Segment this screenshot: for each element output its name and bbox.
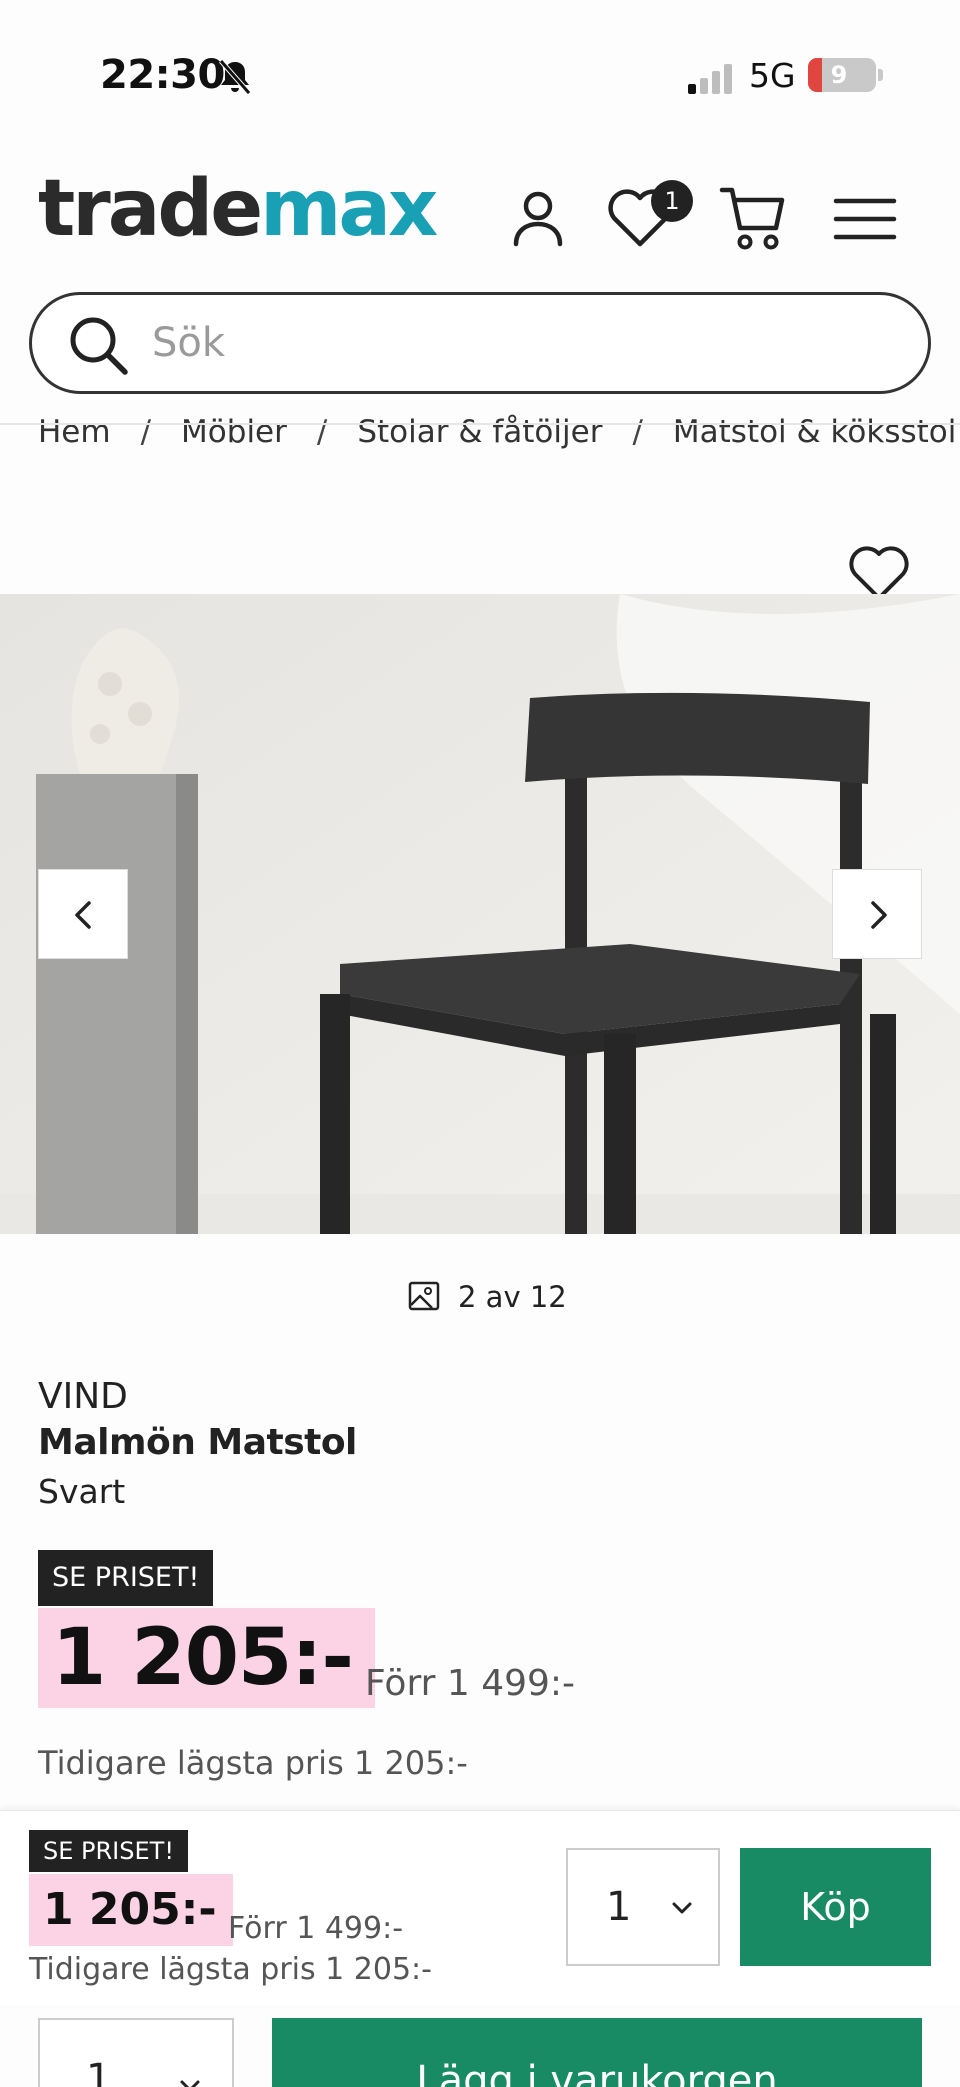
- chair-photo: [0, 594, 960, 1234]
- chevron-down-icon: [180, 2080, 200, 2087]
- next-image-button[interactable]: [832, 869, 922, 959]
- product-name: Malmön Matstol: [38, 1422, 357, 1463]
- image-gallery-icon: [408, 1281, 440, 1311]
- battery-level: 9: [830, 61, 848, 89]
- sticky-lowest-price-note: Tidigare lägsta pris 1 205:-: [29, 1952, 432, 1987]
- sticky-quantity-value: 1: [606, 1884, 632, 1930]
- lowest-price-note: Tidigare lägsta pris 1 205:-: [38, 1744, 468, 1782]
- status-time: 22:30: [100, 52, 225, 98]
- chevron-left-icon: [75, 901, 91, 929]
- add-to-cart-button[interactable]: Lägg i varukorgen: [272, 2018, 922, 2087]
- previous-price: Förr 1 499:-: [365, 1663, 576, 1704]
- search-input[interactable]: [152, 311, 892, 375]
- bell-slash-icon: [219, 59, 251, 95]
- breadcrumb-item-home[interactable]: Hem: [38, 414, 111, 450]
- breadcrumb-separator: /: [316, 414, 328, 450]
- breadcrumb: Hem / Möbler / Stolar & fåtöljer / Matstol & k…: [38, 414, 956, 450]
- product-color: Svart: [38, 1472, 126, 1511]
- sticky-previous-price: Förr 1 499:-: [228, 1911, 404, 1946]
- signal-icon: [688, 64, 732, 94]
- quantity-value: 1: [86, 2056, 112, 2087]
- account-icon[interactable]: [503, 184, 573, 254]
- trademax-logo[interactable]: trademax: [38, 170, 438, 248]
- product-brand: VIND: [38, 1376, 128, 1417]
- breadcrumb-separator: /: [140, 414, 152, 450]
- image-counter-text: 2 av 12: [458, 1280, 567, 1314]
- search-bar[interactable]: [29, 292, 931, 394]
- image-counter: 2 av 12: [408, 1280, 567, 1314]
- breadcrumb-item-chairs[interactable]: Stolar & fåtöljer: [357, 414, 602, 450]
- battery-icon: 9: [808, 58, 883, 92]
- network-label: 5G: [749, 56, 796, 95]
- breadcrumb-item-furniture[interactable]: Möbler: [181, 414, 287, 450]
- breadcrumb-separator: /: [632, 414, 643, 450]
- buy-button[interactable]: Köp: [740, 1848, 931, 1966]
- product-image[interactable]: [0, 594, 960, 1234]
- chevron-right-icon: [871, 901, 887, 929]
- quantity-select[interactable]: 1: [38, 2018, 234, 2087]
- wishlist-count-badge: 1: [651, 180, 693, 222]
- product-price: 1 205:-: [38, 1608, 375, 1708]
- breadcrumb-item-dining-chairs[interactable]: Matstol & köksstol: [673, 414, 956, 450]
- sticky-price-campaign-tag: SE PRISET!: [29, 1830, 188, 1872]
- sticky-quantity-select[interactable]: 1: [566, 1848, 720, 1966]
- cart-icon[interactable]: [718, 184, 788, 254]
- search-icon: [70, 317, 128, 375]
- hamburger-menu-icon[interactable]: [830, 184, 900, 254]
- previous-image-button[interactable]: [38, 869, 128, 959]
- sticky-price: 1 205:-: [29, 1874, 233, 1946]
- chevron-down-icon: [672, 1902, 692, 1914]
- logo-text-trade: trade: [38, 164, 263, 254]
- header-divider: [0, 423, 960, 425]
- logo-text-max: max: [260, 164, 438, 254]
- price-campaign-tag: SE PRISET!: [38, 1550, 214, 1606]
